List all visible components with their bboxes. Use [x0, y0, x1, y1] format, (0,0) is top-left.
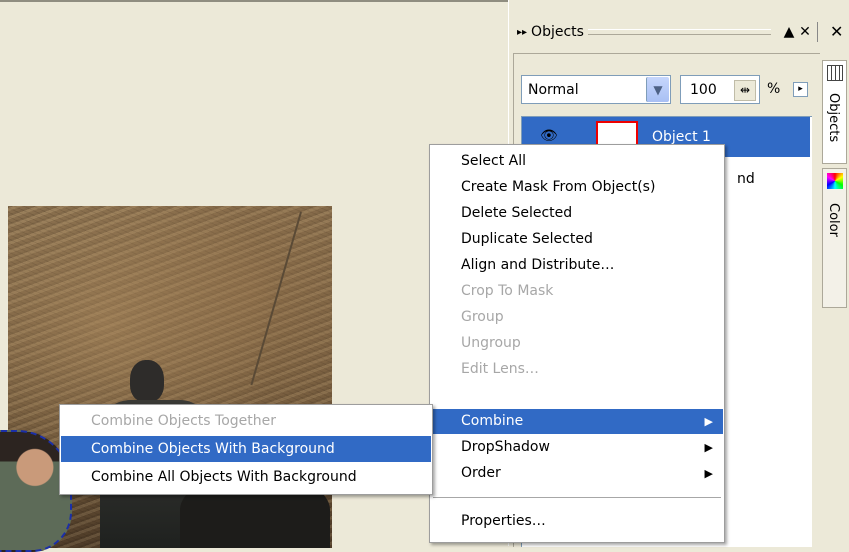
menu-item-properties[interactable]: Properties…	[431, 509, 723, 534]
docker-titlebar: ▸▸ Objects ▲ ✕	[517, 20, 822, 44]
background-name[interactable]: nd	[737, 171, 755, 187]
menu-item-duplicate-selected[interactable]: Duplicate Selected	[431, 227, 723, 252]
close-docker-icon[interactable]: ✕	[797, 24, 813, 40]
title-rule	[587, 29, 771, 35]
submenu-item-combine-together: Combine Objects Together	[91, 413, 277, 429]
menu-item-group: Group	[461, 309, 504, 325]
tab-objects[interactable]: Objects	[822, 60, 847, 164]
menu-item-combine-label: Combine	[461, 413, 524, 429]
combine-submenu: Combine Objects Together Combine Objects…	[59, 404, 433, 495]
menu-item-dropshadow[interactable]: DropShadow ▶	[431, 435, 723, 460]
objects-tab-icon	[827, 65, 843, 81]
object-context-menu: Select All Create Mask From Object(s) De…	[429, 144, 725, 543]
docker-title: Objects	[531, 24, 584, 40]
menu-item-order[interactable]: Order ▶	[431, 461, 723, 486]
close-docker-group-icon[interactable]: ✕	[830, 22, 843, 41]
tab-objects-label: Objects	[826, 93, 841, 143]
opacity-percent-label: %	[767, 81, 781, 97]
menu-separator	[433, 497, 721, 498]
menu-item-align-distribute[interactable]: Align and Distribute…	[431, 253, 723, 278]
submenu-arrow-icon: ▶	[704, 467, 713, 480]
menu-item-ungroup: Ungroup	[461, 335, 521, 351]
blend-mode-select[interactable]: Normal ▼	[521, 75, 671, 104]
opacity-value: 100	[690, 82, 717, 98]
menu-item-select-all[interactable]: Select All	[431, 149, 723, 174]
menu-item-edit-lens: Edit Lens…	[461, 361, 539, 377]
menu-item-delete-selected[interactable]: Delete Selected	[431, 201, 723, 226]
slider-icon[interactable]: ⇹	[734, 80, 756, 101]
submenu-arrow-icon: ▶	[704, 441, 713, 454]
blend-mode-value: Normal	[528, 82, 579, 98]
color-wheel-icon	[827, 173, 843, 189]
tab-color-label: Color	[826, 203, 841, 237]
menu-item-crop-to-mask: Crop To Mask	[461, 283, 554, 299]
docker-vertical-tabs: Objects Color	[820, 60, 849, 546]
tab-color[interactable]: Color	[822, 168, 847, 308]
photo-rider-helmet	[130, 360, 164, 402]
submenu-item-combine-all-with-background[interactable]: Combine All Objects With Background	[61, 464, 431, 490]
options-icon[interactable]: ▸	[793, 82, 808, 97]
object-name[interactable]: Object 1	[652, 129, 711, 145]
menu-item-dropshadow-label: DropShadow	[461, 439, 550, 455]
menu-item-order-label: Order	[461, 465, 501, 481]
expand-grip-icon[interactable]: ▸▸	[517, 27, 527, 38]
opacity-field[interactable]: 100 ⇹	[680, 75, 760, 104]
dropdown-arrow-icon[interactable]: ▼	[646, 77, 669, 102]
menu-item-create-mask[interactable]: Create Mask From Object(s)	[431, 175, 723, 200]
collapse-arrow-icon[interactable]: ▲	[781, 24, 797, 40]
title-separator	[817, 22, 818, 42]
visibility-eye-icon[interactable]: 👁	[540, 128, 558, 144]
submenu-arrow-icon: ▶	[704, 415, 713, 428]
submenu-item-combine-with-background[interactable]: Combine Objects With Background	[61, 436, 431, 462]
menu-item-combine[interactable]: Combine ▶	[431, 409, 723, 434]
